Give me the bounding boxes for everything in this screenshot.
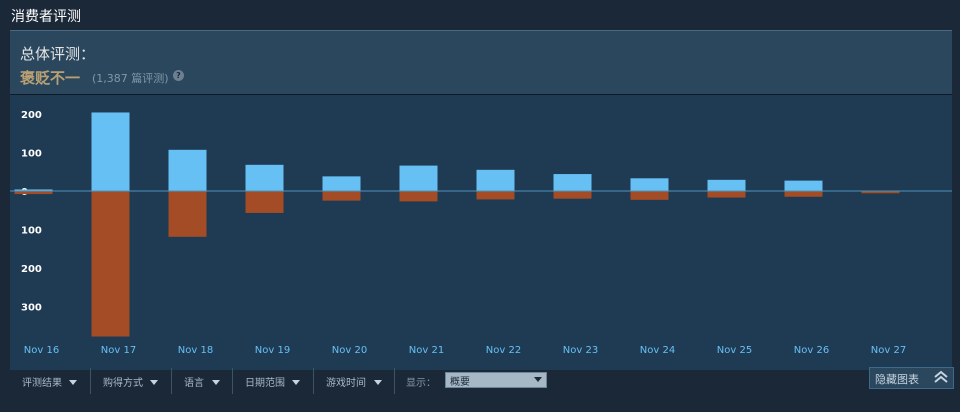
x-tick-label: Nov 26 — [794, 345, 829, 356]
negative-bar — [630, 191, 669, 200]
review-count: (1,387 篇评测) — [92, 72, 169, 85]
y-tick-label: 200 — [21, 264, 42, 275]
filter-language-label: 语言 — [184, 378, 204, 389]
negative-bar — [476, 191, 515, 200]
overall-review-label: 总体评测： — [20, 45, 96, 63]
filter-review-type-label: 评测结果 — [22, 378, 62, 389]
reviews-panel: 总体评测： 褒贬不一 (1,387 篇评测) ? 200100010020030… — [10, 30, 952, 370]
positive-bar — [399, 165, 438, 191]
positive-bar — [322, 176, 361, 191]
x-tick-label: Nov 18 — [178, 345, 213, 356]
negative-bar — [784, 191, 823, 197]
histogram-svg: 2001000100200300Nov 16Nov 17Nov 18Nov 19… — [10, 110, 952, 356]
caret-down-icon — [292, 380, 300, 385]
positive-bar — [630, 178, 669, 191]
positive-bar — [553, 174, 592, 191]
positive-bar — [707, 179, 746, 191]
filter-playtime-label: 游戏时间 — [326, 378, 366, 389]
display-label: 显示： — [406, 378, 436, 389]
x-tick-label: Nov 16 — [24, 345, 59, 356]
positive-bar — [245, 164, 284, 191]
caret-down-icon — [534, 377, 542, 382]
filter-purchase-type-label: 购得方式 — [103, 378, 143, 389]
positive-bar — [91, 112, 130, 191]
help-icon[interactable]: ? — [173, 70, 184, 81]
y-tick-label: 200 — [21, 110, 42, 121]
caret-down-icon — [150, 380, 158, 385]
caret-down-icon — [69, 380, 77, 385]
double-chevron-up-icon — [934, 370, 948, 383]
x-tick-label: Nov 25 — [717, 345, 752, 356]
x-tick-label: Nov 19 — [255, 345, 290, 356]
negative-bar — [399, 191, 438, 202]
filter-playtime[interactable]: 游戏时间 — [314, 368, 395, 394]
x-tick-label: Nov 21 — [409, 345, 444, 356]
x-tick-label: Nov 17 — [101, 345, 136, 356]
display-select[interactable]: 概要 — [445, 372, 547, 388]
hide-graph-button[interactable]: 隐藏图表 — [869, 367, 954, 389]
positive-bar — [168, 149, 207, 191]
caret-down-icon — [212, 380, 220, 385]
positive-bar — [784, 180, 823, 191]
negative-bar — [91, 191, 130, 337]
filter-date-range[interactable]: 日期范围 — [233, 368, 314, 394]
review-histogram: 2001000100200300Nov 16Nov 17Nov 18Nov 19… — [10, 94, 952, 370]
y-tick-label: 300 — [21, 303, 42, 314]
x-tick-label: Nov 27 — [871, 345, 906, 356]
y-tick-label: 100 — [21, 149, 42, 160]
caret-down-icon — [374, 380, 382, 385]
negative-bar — [707, 191, 746, 198]
filter-review-type[interactable]: 评测结果 — [10, 368, 91, 394]
x-tick-label: Nov 24 — [640, 345, 675, 356]
x-tick-label: Nov 23 — [563, 345, 598, 356]
section-header: 消费者评测 — [0, 0, 960, 30]
negative-bar — [322, 191, 361, 201]
section-title: 消费者评测 — [11, 9, 81, 25]
negative-bar — [168, 191, 207, 237]
x-tick-label: Nov 22 — [486, 345, 521, 356]
positive-bar — [476, 169, 515, 191]
negative-bar — [553, 191, 592, 199]
negative-bar — [245, 191, 284, 213]
filter-language[interactable]: 语言 — [172, 368, 233, 394]
x-tick-label: Nov 20 — [332, 345, 367, 356]
filter-purchase-type[interactable]: 购得方式 — [91, 368, 172, 394]
hide-graph-label: 隐藏图表 — [875, 373, 919, 386]
display-select-value: 概要 — [450, 377, 470, 388]
filter-date-range-label: 日期范围 — [245, 378, 285, 389]
y-tick-label: 100 — [21, 226, 42, 237]
filter-bar: 评测结果 购得方式 语言 日期范围 游戏时间 显示： 概要 — [10, 368, 952, 394]
review-verdict[interactable]: 褒贬不一 — [20, 67, 80, 88]
